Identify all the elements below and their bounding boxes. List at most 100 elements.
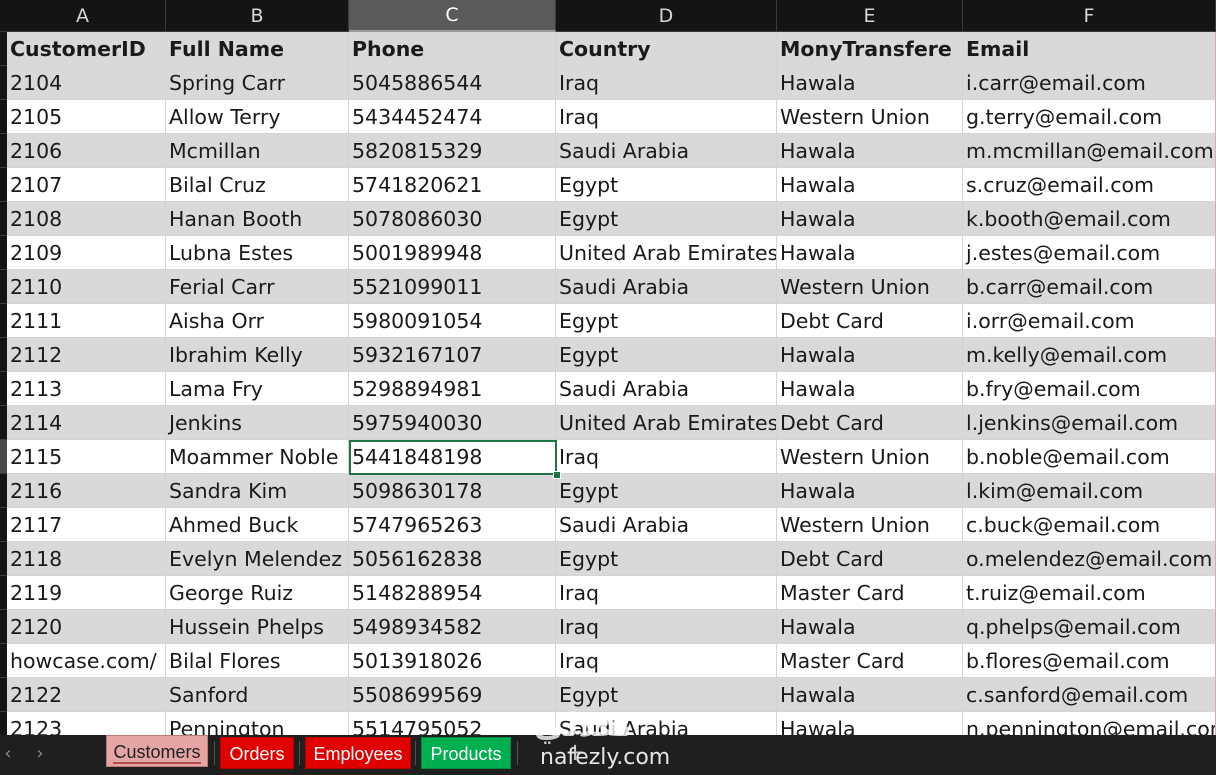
table-cell-customerid[interactable]: 2108 bbox=[7, 202, 166, 236]
table-cell-customerid[interactable]: 2111 bbox=[7, 304, 166, 338]
table-cell-phone[interactable]: 5508699569 bbox=[349, 678, 556, 712]
table-cell-customerid[interactable]: 2106 bbox=[7, 134, 166, 168]
row-header[interactable] bbox=[0, 236, 7, 270]
table-cell-country[interactable]: Iraq bbox=[556, 644, 777, 678]
table-cell-email[interactable]: m.mcmillan@email.com bbox=[963, 134, 1216, 168]
table-cell-full-name[interactable]: Jenkins bbox=[166, 406, 349, 440]
table-cell-full-name[interactable]: Allow Terry bbox=[166, 100, 349, 134]
table-cell-email[interactable]: b.flores@email.com bbox=[963, 644, 1216, 678]
table-cell-email[interactable]: g.terry@email.com bbox=[963, 100, 1216, 134]
row-header[interactable] bbox=[0, 202, 7, 236]
table-cell-email[interactable]: c.sanford@email.com bbox=[963, 678, 1216, 712]
header-cell-monytransfere[interactable]: MonyTransfere bbox=[777, 32, 963, 66]
table-cell-customerid[interactable]: howcase.com/ bbox=[7, 644, 166, 678]
table-cell-full-name[interactable]: Spring Carr bbox=[166, 66, 349, 100]
table-cell-country[interactable]: United Arab Emirates bbox=[556, 236, 777, 270]
table-cell-email[interactable]: l.kim@email.com bbox=[963, 474, 1216, 508]
table-cell-customerid[interactable]: 2107 bbox=[7, 168, 166, 202]
table-cell-country[interactable]: Egypt bbox=[556, 168, 777, 202]
table-cell-phone[interactable]: 5434452474 bbox=[349, 100, 556, 134]
table-cell-full-name[interactable]: Sandra Kim bbox=[166, 474, 349, 508]
table-cell-monytransfere[interactable]: Hawala bbox=[777, 712, 963, 735]
table-cell-customerid[interactable]: 2114 bbox=[7, 406, 166, 440]
sheet-tab-employees[interactable]: Employees bbox=[305, 737, 411, 769]
table-cell-customerid[interactable]: 2104 bbox=[7, 66, 166, 100]
table-cell-monytransfere[interactable]: Hawala bbox=[777, 678, 963, 712]
tab-scroll-right-icon[interactable]: › bbox=[32, 740, 48, 768]
row-header[interactable] bbox=[0, 32, 7, 66]
table-cell-full-name[interactable]: Evelyn Melendez bbox=[166, 542, 349, 576]
table-cell-customerid[interactable]: 2123 bbox=[7, 712, 166, 735]
row-header[interactable] bbox=[0, 134, 7, 168]
row-header[interactable] bbox=[0, 508, 7, 542]
table-cell-phone[interactable]: 5045886544 bbox=[349, 66, 556, 100]
header-cell-country[interactable]: Country bbox=[556, 32, 777, 66]
fill-handle[interactable] bbox=[553, 471, 561, 479]
table-cell-monytransfere[interactable]: Hawala bbox=[777, 236, 963, 270]
table-cell-email[interactable]: b.noble@email.com bbox=[963, 440, 1216, 474]
table-cell-email[interactable]: k.booth@email.com bbox=[963, 202, 1216, 236]
table-cell-phone[interactable]: 5932167107 bbox=[349, 338, 556, 372]
table-cell-customerid[interactable]: 2110 bbox=[7, 270, 166, 304]
table-cell-customerid[interactable]: 2113 bbox=[7, 372, 166, 406]
table-cell-monytransfere[interactable]: Master Card bbox=[777, 644, 963, 678]
table-cell-country[interactable]: Saudi Arabia bbox=[556, 270, 777, 304]
table-cell-monytransfere[interactable]: Hawala bbox=[777, 338, 963, 372]
table-cell-email[interactable]: n.pennington@email.com bbox=[963, 712, 1216, 735]
table-cell-customerid[interactable]: 2118 bbox=[7, 542, 166, 576]
column-header-d[interactable]: D bbox=[556, 0, 777, 32]
table-cell-country[interactable]: Iraq bbox=[556, 610, 777, 644]
table-cell-phone[interactable]: 5013918026 bbox=[349, 644, 556, 678]
table-cell-country[interactable]: Egypt bbox=[556, 474, 777, 508]
sheet-tab-orders[interactable]: Orders bbox=[220, 737, 294, 769]
table-cell-full-name[interactable]: Ibrahim Kelly bbox=[166, 338, 349, 372]
table-cell-phone[interactable]: 5001989948 bbox=[349, 236, 556, 270]
table-cell-full-name[interactable]: Moammer Noble bbox=[166, 440, 349, 474]
table-cell-email[interactable]: i.carr@email.com bbox=[963, 66, 1216, 100]
sheet-tab-products[interactable]: Products bbox=[421, 737, 511, 769]
table-cell-customerid[interactable]: 2112 bbox=[7, 338, 166, 372]
row-header[interactable] bbox=[0, 576, 7, 610]
table-cell-full-name[interactable]: Lubna Estes bbox=[166, 236, 349, 270]
table-cell-phone[interactable]: 5741820621 bbox=[349, 168, 556, 202]
table-cell-full-name[interactable]: George Ruiz bbox=[166, 576, 349, 610]
header-cell-customerid[interactable]: CustomerID bbox=[7, 32, 166, 66]
row-header[interactable] bbox=[0, 270, 7, 304]
row-header[interactable] bbox=[0, 372, 7, 406]
row-header[interactable] bbox=[0, 338, 7, 372]
row-header[interactable] bbox=[0, 678, 7, 712]
table-cell-full-name[interactable]: Bilal Cruz bbox=[166, 168, 349, 202]
table-cell-full-name[interactable]: Bilal Flores bbox=[166, 644, 349, 678]
table-cell-monytransfere[interactable]: Hawala bbox=[777, 610, 963, 644]
table-cell-phone[interactable]: 5975940030 bbox=[349, 406, 556, 440]
table-cell-phone[interactable]: 5098630178 bbox=[349, 474, 556, 508]
table-cell-full-name[interactable]: Hussein Phelps bbox=[166, 610, 349, 644]
table-cell-phone[interactable]: 5078086030 bbox=[349, 202, 556, 236]
table-cell-monytransfere[interactable]: Debt Card bbox=[777, 406, 963, 440]
table-cell-customerid[interactable]: 2122 bbox=[7, 678, 166, 712]
row-header[interactable] bbox=[0, 440, 7, 474]
table-cell-monytransfere[interactable]: Western Union bbox=[777, 100, 963, 134]
tab-scroll-left-icon[interactable]: ‹ bbox=[0, 740, 16, 768]
sheet-tab-customers[interactable]: Customers bbox=[106, 735, 208, 767]
table-cell-monytransfere[interactable]: Master Card bbox=[777, 576, 963, 610]
spreadsheet-grid[interactable]: A B C D E F CustomerID Full Name Phone Country Mon… bbox=[0, 0, 1216, 735]
table-cell-email[interactable]: s.cruz@email.com bbox=[963, 168, 1216, 202]
column-header-a[interactable]: A bbox=[0, 0, 166, 32]
row-header[interactable] bbox=[0, 542, 7, 576]
table-cell-customerid[interactable]: 2117 bbox=[7, 508, 166, 542]
row-header[interactable] bbox=[0, 304, 7, 338]
table-cell-phone[interactable]: 5980091054 bbox=[349, 304, 556, 338]
table-cell-full-name[interactable]: Ahmed Buck bbox=[166, 508, 349, 542]
table-cell-monytransfere[interactable]: Western Union bbox=[777, 270, 963, 304]
table-cell-full-name[interactable]: Mcmillan bbox=[166, 134, 349, 168]
table-cell-monytransfere[interactable]: Hawala bbox=[777, 134, 963, 168]
column-header-e[interactable]: E bbox=[777, 0, 963, 32]
row-header[interactable] bbox=[0, 66, 7, 100]
table-cell-country[interactable]: Iraq bbox=[556, 100, 777, 134]
table-cell-country[interactable]: Saudi Arabia bbox=[556, 372, 777, 406]
header-cell-full-name[interactable]: Full Name bbox=[166, 32, 349, 66]
table-cell-monytransfere[interactable]: Debt Card bbox=[777, 304, 963, 338]
table-cell-customerid[interactable]: 2115 bbox=[7, 440, 166, 474]
table-cell-phone[interactable]: 5521099011 bbox=[349, 270, 556, 304]
